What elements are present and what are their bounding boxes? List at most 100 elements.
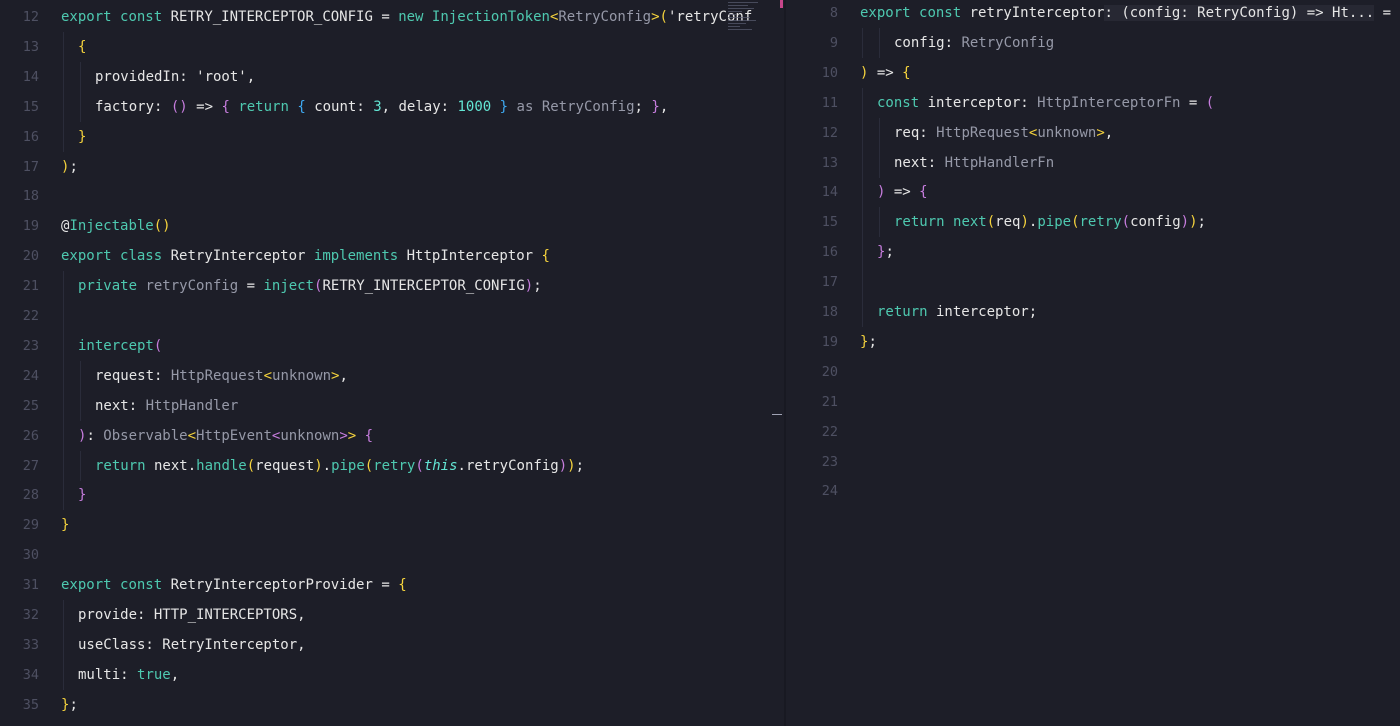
line-number: 18 <box>821 304 838 320</box>
line-number: 23 <box>22 337 39 354</box>
scrollbar-marker[interactable] <box>780 0 783 8</box>
code-line[interactable]: 26): Observable<HttpEvent<unknown>> { <box>0 420 784 451</box>
line-number: 18 <box>22 188 39 205</box>
code-token: ) <box>1180 214 1190 231</box>
code-line[interactable]: 10) => { <box>786 58 1400 88</box>
code-line[interactable]: 24 request: HttpRequest<unknown>, <box>0 360 784 391</box>
code-token: retry <box>1079 214 1122 231</box>
code-token: HttpInterceptorFn <box>1037 94 1181 111</box>
code-line[interactable]: 11 const interceptor: HttpInterceptorFn =… <box>786 87 1400 118</box>
code-line[interactable]: 12 export const RETRY_INTERCEPTOR_CONFIG … <box>0 2 784 32</box>
line-number: 22 <box>22 308 39 324</box>
code-line[interactable]: 19}; <box>786 327 1400 357</box>
indent-guide <box>63 480 64 511</box>
code-token: HttpRequest <box>936 124 1029 141</box>
line-number: 24 <box>22 367 39 384</box>
line-number: 23 <box>821 453 838 470</box>
code-line[interactable]: 25 next: HttpHandler <box>0 390 784 421</box>
code-line[interactable]: 19 @Injectable() <box>0 211 784 241</box>
code-token: pipe <box>331 457 365 474</box>
indent-guide <box>862 147 863 178</box>
code-line[interactable]: 34 multi: true, <box>0 659 784 690</box>
indent-guide <box>63 91 64 122</box>
code-line[interactable]: 17); <box>0 152 784 182</box>
code-token: : <box>86 427 104 444</box>
code-line[interactable]: 23 intercept( <box>0 330 784 361</box>
code-token: ; <box>868 333 877 350</box>
code-token: ( <box>659 9 668 25</box>
code-token: HttpRequest <box>170 367 264 384</box>
indent-guide <box>63 271 64 302</box>
code-token: config: <box>894 34 962 51</box>
code-line[interactable]: 15 return next(req).pipe(retry(config)); <box>786 207 1400 238</box>
indent-guide <box>80 360 81 391</box>
line-number: 20 <box>22 248 39 265</box>
indent-guide <box>862 207 863 238</box>
code-token: .retryConfig <box>457 457 559 474</box>
code-text: config: RetryConfig <box>894 28 1054 58</box>
code-token: InjectionToken <box>431 9 550 25</box>
indent-guide <box>63 121 64 152</box>
code-text: next: HttpHandlerFn <box>894 148 1054 178</box>
left-editor-pane[interactable]: 12 export const RETRY_INTERCEPTOR_CONFIG … <box>0 0 784 726</box>
code-token: ( <box>1205 94 1215 111</box>
code-token: unknown <box>1037 124 1097 141</box>
code-line[interactable]: 9 config: RetryConfig <box>786 27 1400 58</box>
code-token: ( <box>1121 214 1131 231</box>
scrollbar-thumb[interactable] <box>772 414 782 415</box>
code-text: ); <box>61 152 78 182</box>
code-line[interactable]: 22 <box>0 301 784 331</box>
minimap[interactable] <box>728 0 764 40</box>
line-number: 27 <box>22 457 39 474</box>
code-line[interactable]: 32 provide: HTTP_INTERCEPTORS, <box>0 600 784 630</box>
code-token: () <box>170 98 188 115</box>
code-line[interactable]: 33 useClass: RetryInterceptor, <box>0 629 784 660</box>
code-line[interactable]: 18 <box>0 181 784 211</box>
code-token: export <box>61 577 112 594</box>
line-number: 16 <box>821 244 838 261</box>
code-line[interactable]: 13 next: HttpHandlerFn <box>786 147 1400 178</box>
code-token: > <box>1096 124 1105 141</box>
code-line[interactable]: 14) => { <box>786 177 1400 208</box>
code-line[interactable]: 21 private retryConfig = inject(RETRY_INT… <box>0 271 784 302</box>
code-line[interactable]: 21 <box>786 387 1400 417</box>
code-line[interactable]: 29} <box>0 510 784 540</box>
code-line[interactable]: 27 return next.handle(request).pipe(retry… <box>0 450 784 481</box>
code-token: ; <box>1197 214 1206 231</box>
code-token: } <box>651 98 660 115</box>
right-editor-pane[interactable]: 8 export const retryInterceptor: (config:… <box>786 0 1400 726</box>
code-line[interactable]: 15 factory: () => { return { count: 3, de… <box>0 91 784 122</box>
code-token: ( <box>153 337 163 354</box>
code-line[interactable]: 28} <box>0 480 784 511</box>
code-text: export const RETRY_INTERCEPTOR_CONFIG = … <box>61 2 752 32</box>
code-line[interactable]: 17 <box>786 267 1400 298</box>
code-token: ) <box>524 278 534 295</box>
code-line[interactable]: 23 <box>786 447 1400 477</box>
code-line[interactable]: 16} <box>0 121 784 152</box>
code-line[interactable]: 30 <box>0 540 784 570</box>
code-line[interactable]: 22 <box>786 417 1400 447</box>
indent-guide <box>63 360 64 391</box>
code-line[interactable]: 13 { <box>0 31 784 62</box>
code-line[interactable]: 18 return interceptor; <box>786 297 1400 327</box>
code-token: const <box>919 5 962 21</box>
line-number: 28 <box>22 487 39 504</box>
code-line[interactable]: 31 export const RetryInterceptorProvider … <box>0 570 784 600</box>
code-line[interactable]: 8 export const retryInterceptor: (config:… <box>786 0 1400 28</box>
code-token: export <box>61 9 112 25</box>
code-token: pipe <box>1037 214 1072 231</box>
code-line[interactable]: 35}; <box>0 690 784 720</box>
code-token: { <box>919 184 928 201</box>
code-token: = <box>1180 94 1206 111</box>
code-line[interactable]: 20 export class RetryInterceptor implemen… <box>0 241 784 271</box>
code-line[interactable]: 14 providedIn: 'root', <box>0 61 784 92</box>
line-number: 19 <box>821 333 838 350</box>
code-token: export <box>61 248 112 265</box>
code-line[interactable]: 20 <box>786 357 1400 387</box>
code-token: } <box>78 128 87 145</box>
code-line[interactable]: 24 <box>786 476 1400 506</box>
line-number: 21 <box>22 278 39 295</box>
code-line[interactable]: 16}; <box>786 237 1400 268</box>
code-line[interactable]: 12 req: HttpRequest<unknown>, <box>786 117 1400 148</box>
